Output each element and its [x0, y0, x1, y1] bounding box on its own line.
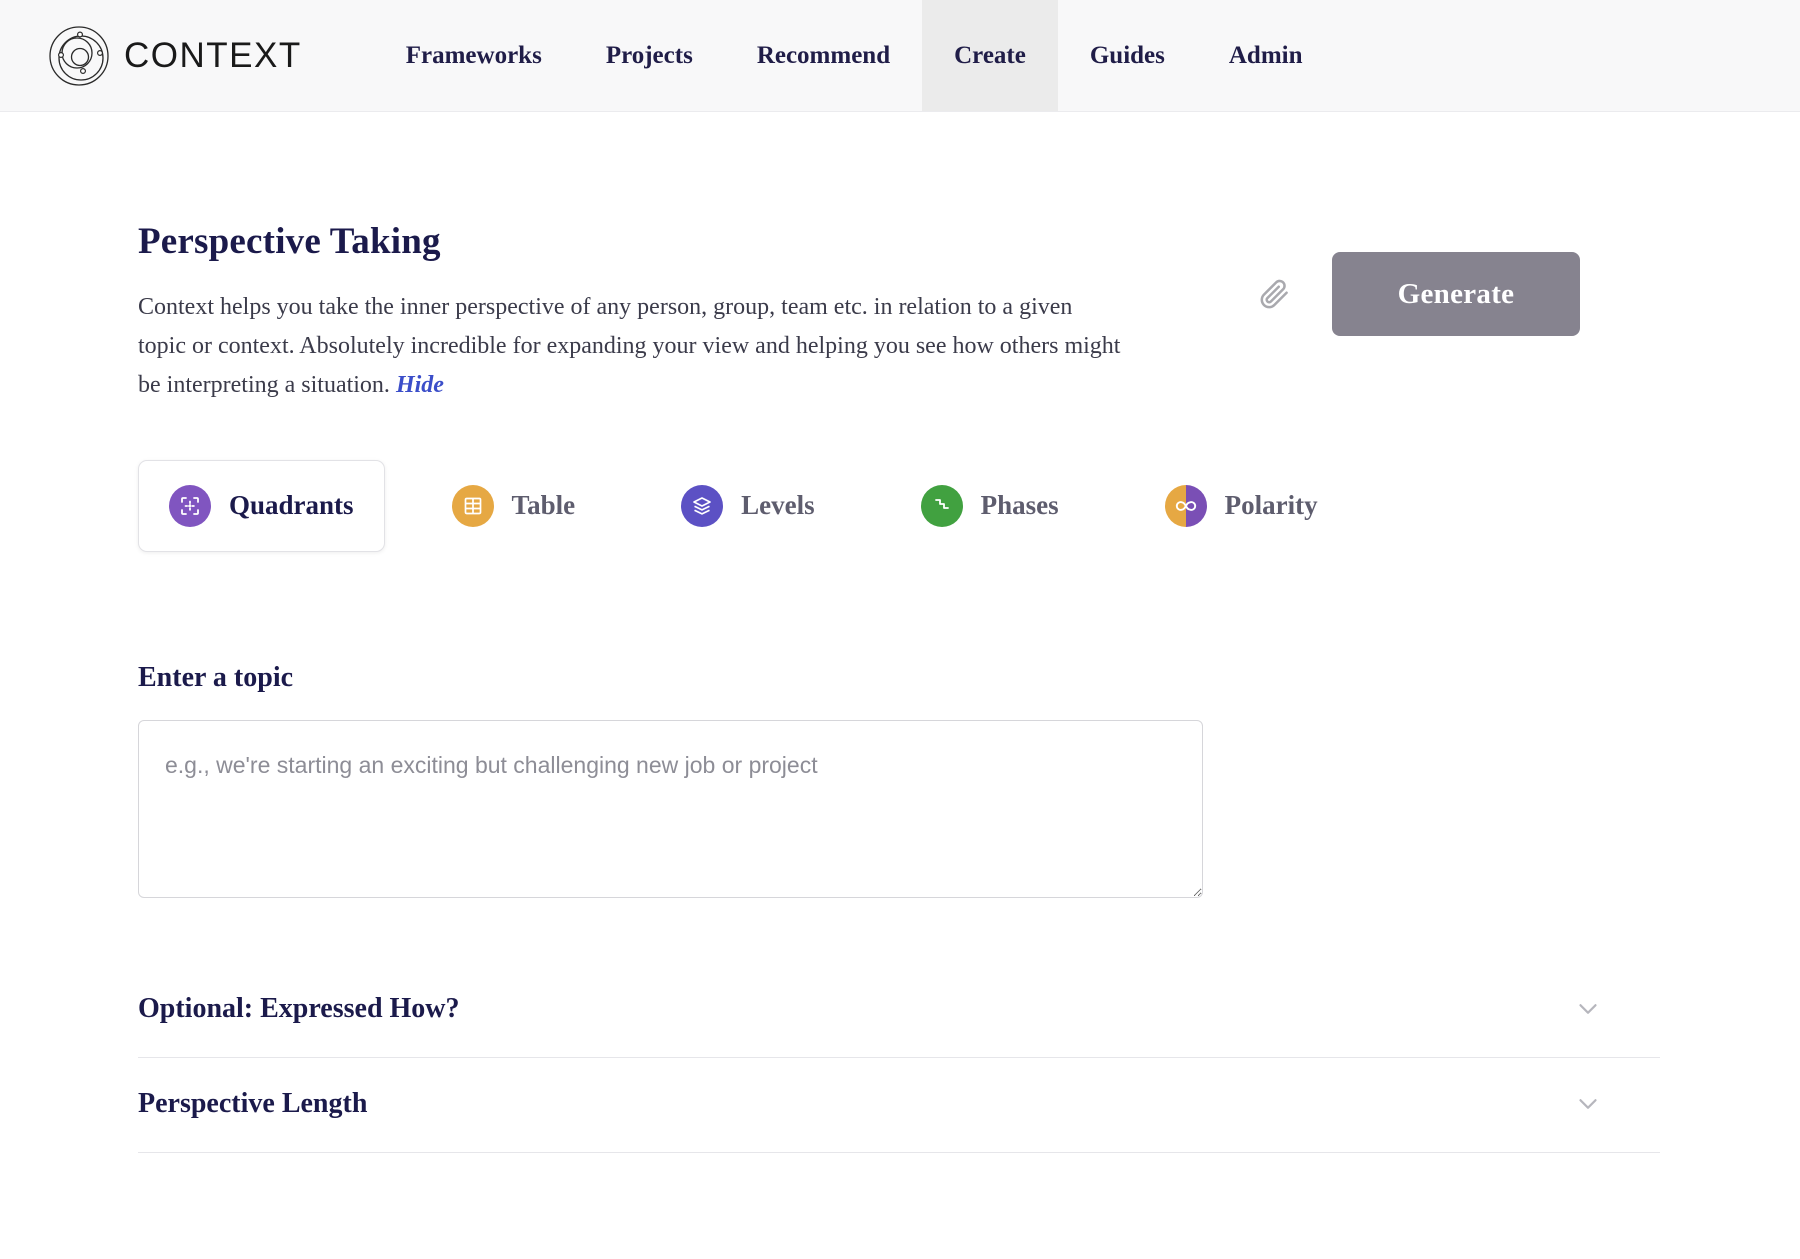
- nav-item-projects[interactable]: Projects: [574, 0, 725, 111]
- page-description-text: Context helps you take the inner perspec…: [138, 294, 1121, 398]
- title-block: Perspective Taking Context helps you tak…: [138, 220, 1138, 405]
- table-icon: [451, 484, 494, 527]
- accordion-expressed-how[interactable]: Optional: Expressed How?: [138, 963, 1660, 1058]
- tab-label-quadrants: Quadrants: [229, 490, 354, 521]
- app-header: CONTEXT Frameworks Projects Recommend Cr…: [0, 0, 1800, 112]
- nav-item-recommend[interactable]: Recommend: [725, 0, 922, 111]
- title-row: Perspective Taking Context helps you tak…: [138, 112, 1678, 405]
- quadrants-icon: [169, 484, 211, 527]
- paperclip-icon: [1260, 279, 1288, 309]
- accordion-title: Perspective Length: [138, 1087, 368, 1119]
- tab-label-levels: Levels: [741, 490, 815, 521]
- tab-quadrants[interactable]: Quadrants: [138, 459, 385, 552]
- page-body: Perspective Taking Context helps you tak…: [0, 112, 1800, 1153]
- action-buttons: Generate: [1254, 220, 1678, 336]
- attach-file-button[interactable]: [1254, 272, 1294, 316]
- tab-label-table: Table: [511, 490, 576, 521]
- brand[interactable]: CONTEXT: [0, 0, 332, 111]
- tab-polarity[interactable]: Polarity: [1134, 460, 1349, 552]
- topic-input[interactable]: [138, 719, 1203, 898]
- nav-item-frameworks[interactable]: Frameworks: [374, 0, 574, 111]
- page-description: Context helps you take the inner perspec…: [138, 288, 1123, 405]
- main-nav: Frameworks Projects Recommend Create Gui…: [374, 0, 1335, 111]
- generate-button[interactable]: Generate: [1332, 252, 1580, 336]
- phases-icon: [920, 484, 963, 527]
- levels-icon: [681, 484, 724, 527]
- hide-link[interactable]: Hide: [396, 372, 444, 398]
- brand-name: CONTEXT: [124, 35, 302, 75]
- options-accordion: Optional: Expressed How? Perspective Len…: [138, 963, 1660, 1153]
- topic-label: Enter a topic: [138, 661, 294, 693]
- accordion-title: Optional: Expressed How?: [138, 992, 460, 1024]
- orbit-circles-logo: [49, 25, 109, 86]
- tab-label-phases: Phases: [980, 490, 1059, 521]
- chevron-down-icon[interactable]: [1573, 994, 1603, 1024]
- accordion-perspective-length[interactable]: Perspective Length: [138, 1058, 1660, 1153]
- tab-phases[interactable]: Phases: [890, 460, 1090, 552]
- polarity-icon: [1164, 484, 1207, 527]
- nav-item-create[interactable]: Create: [922, 0, 1058, 111]
- nav-item-admin[interactable]: Admin: [1197, 0, 1335, 111]
- chevron-down-icon[interactable]: [1573, 1089, 1603, 1119]
- tab-label-polarity: Polarity: [1224, 490, 1318, 521]
- tab-table[interactable]: Table: [421, 460, 607, 552]
- nav-item-guides[interactable]: Guides: [1058, 0, 1197, 111]
- page-title: Perspective Taking: [138, 221, 441, 262]
- tab-levels[interactable]: Levels: [650, 460, 846, 552]
- framework-tabs: Quadrants Table Levels Phases Polarity: [138, 459, 1678, 552]
